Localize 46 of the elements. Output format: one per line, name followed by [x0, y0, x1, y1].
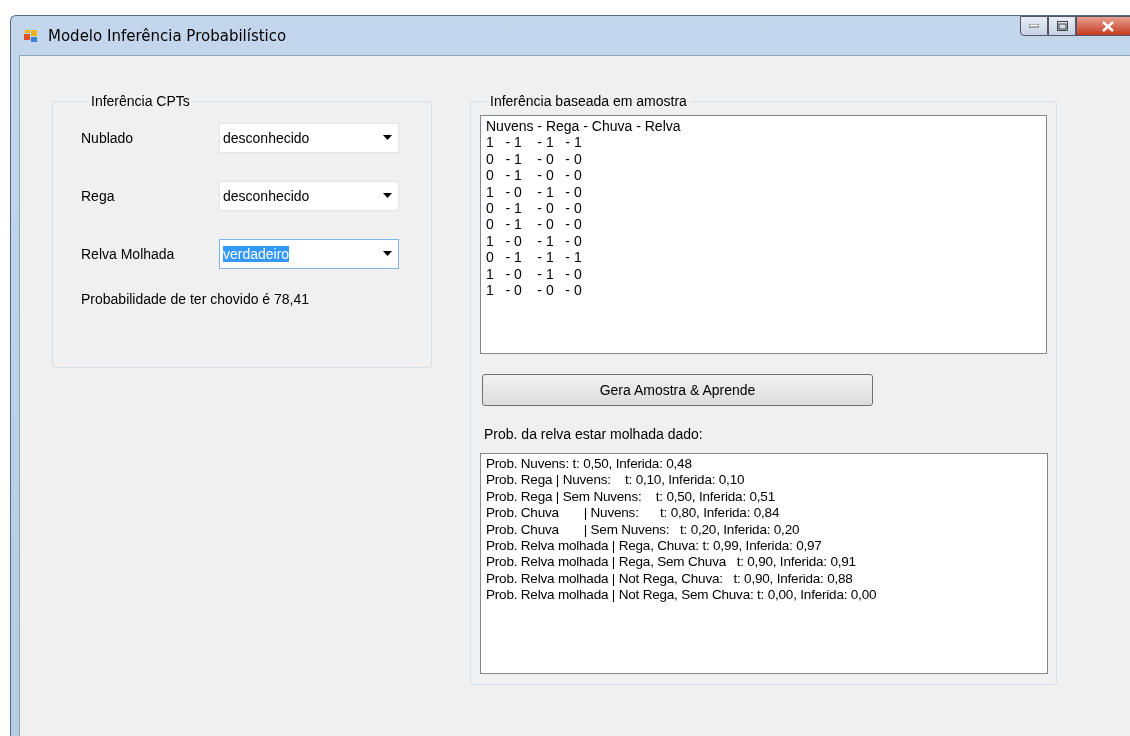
probability-line: Prob. Relva molhada | Rega, Sem Chuva t: 0,90, Inferida: 0,91	[486, 554, 857, 571]
dropdown[interactable]: desconhecido	[219, 180, 399, 211]
close-button[interactable]	[1076, 16, 1130, 36]
probability-line: Prob. Rega | Sem Nuvens: t: 0,50, Inferida: 0,51	[486, 488, 776, 506]
probability-label: Prob. da relva estar molhada dado:	[484, 426, 703, 442]
sample-line: 1 - 0 - 1 - 0	[486, 232, 583, 250]
sample-line: 1 - 0 - 1 - 0	[486, 183, 583, 201]
sample-line: 1 - 1 - 1 - 1	[486, 134, 583, 151]
dropdown[interactable]: desconhecido	[219, 122, 399, 153]
sample-line: 0 - 1 - 1 - 1	[486, 249, 583, 266]
field-label: Rega	[81, 187, 116, 204]
probability-line: Prob. Chuva | Sem Nuvens: t: 0,20, Inferida: 0,20	[486, 521, 801, 539]
sample-line: 0 - 1 - 0 - 0	[486, 200, 583, 217]
dropdown-value: desconhecido	[223, 129, 310, 146]
generate-sample-button[interactable]: Gera Amostra & Aprende	[482, 374, 873, 406]
probability-text-box[interactable]	[480, 453, 1048, 674]
minimize-icon	[1029, 24, 1039, 28]
group-title: Inferência CPTs	[90, 93, 191, 109]
probability-line: Prob. Relva molhada | Rega, Chuva: t: 0,99, Inferida: 0,97	[486, 538, 823, 555]
window-title: Modelo Inferência Probabilístico	[48, 26, 287, 45]
dropdown-value: verdadeiro	[223, 245, 290, 262]
probability-line: Prob. Relva molhada | Not Rega, Chuva: t: 0,90, Inferida: 0,88	[486, 570, 854, 588]
probability-line: Prob. Chuva | Nuvens: t: 0,80, Inferida: 0,84	[486, 505, 781, 522]
maximize-icon	[1056, 21, 1068, 31]
dropdown-arrow-icon	[383, 135, 392, 140]
probability-line: Prob. Relva molhada | Not Rega, Sem Chuva: t: 0,00, Inferida: 0,00	[486, 587, 878, 604]
sample-line: 0 - 1 - 0 - 0	[486, 216, 583, 233]
field-label: Relva Molhada	[81, 245, 176, 262]
sample-line: 0 - 1 - 0 - 0	[486, 150, 583, 168]
dropdown-arrow-icon	[383, 251, 392, 256]
dropdown-arrow-icon	[383, 193, 392, 198]
close-icon	[1102, 20, 1114, 32]
sample-line: Nuvens - Rega - Chuva - Relva	[486, 118, 682, 135]
group-title: Inferência baseada em amostra	[489, 93, 688, 109]
sample-line: 1 - 0 - 1 - 0	[486, 265, 583, 283]
probability-line: Prob. Rega | Nuvens: t: 0,10, Inferida: 0,10	[486, 472, 746, 489]
dropdown-value: desconhecido	[223, 187, 310, 204]
sample-text-box[interactable]: Nuvens - Rega - Chuva - Relva 1 - 1 - 1 - 1 0 - 1 - 0 - 0 0 - 1 - 0 - 0 1 - 0 - 1 - 0 0 - 1 - 0 - 0 0 - 1 - 0 - 0 1 - 0 - 1 - 0 0 - 1 - 1 - 1 1 - 0 - 1 - 0 1 - 0 - 0 - 0	[480, 115, 1047, 354]
sample-line: 0 - 1 - 0 - 0	[486, 167, 583, 184]
sample-line: 1 - 0 - 0 - 0	[486, 282, 583, 299]
minimize-button[interactable]	[1020, 16, 1048, 36]
result-text: Probabilidade de ter chovido é 78,41	[81, 291, 311, 307]
app-icon	[23, 27, 39, 44]
probability-line: Prob. Nuvens: t: 0,50, Inferida: 0,48	[486, 456, 693, 473]
field-label: Nublado	[81, 129, 135, 146]
maximize-button[interactable]	[1048, 16, 1076, 36]
